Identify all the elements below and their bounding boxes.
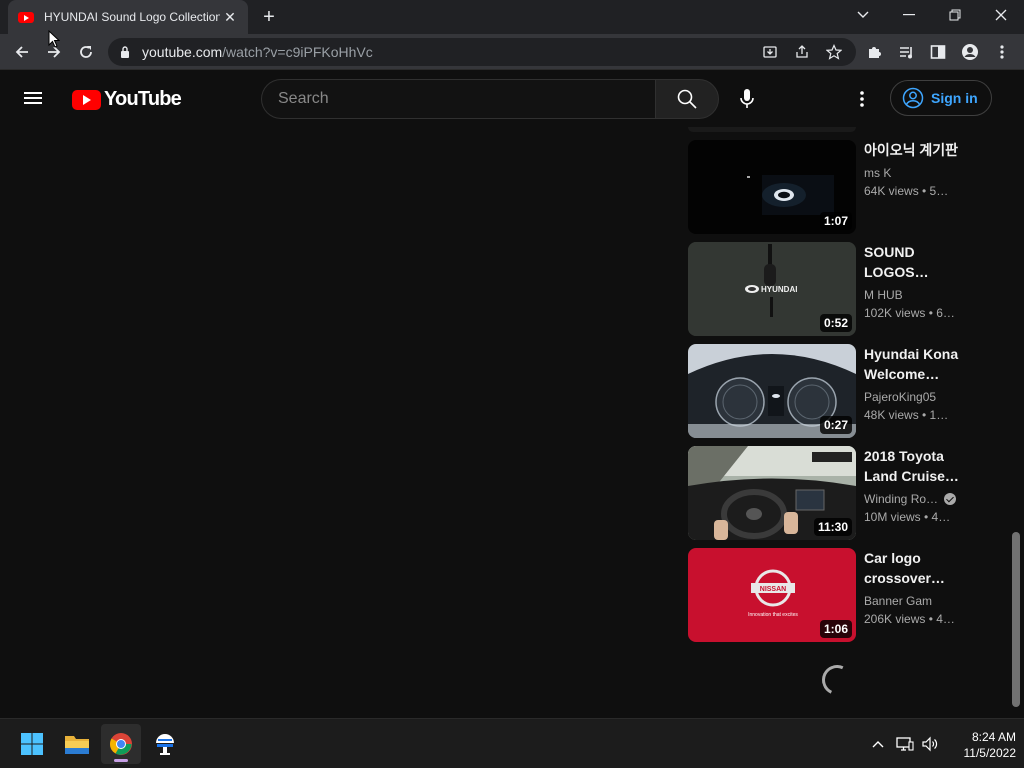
video-title[interactable]: 2018 Toyota Land Cruiser -… <box>864 446 964 486</box>
sign-in-button[interactable]: Sign in <box>890 80 992 116</box>
search-icon <box>677 89 697 109</box>
video-thumbnail[interactable]: NISSAN Innovation that excites 1:06 <box>688 548 856 642</box>
new-tab-icon[interactable]: + <box>258 6 280 28</box>
search-button[interactable] <box>655 79 719 119</box>
browser-menu-icon[interactable] <box>990 40 1014 64</box>
search-box[interactable] <box>261 79 657 119</box>
windows-taskbar: 8:24 AM 11/5/2022 <box>0 718 1024 768</box>
page-scrollbar[interactable] <box>1012 532 1020 707</box>
video-stats: 10M views • 4… <box>864 510 951 524</box>
video-thumbnail[interactable]: 11:30 <box>688 446 856 540</box>
video-duration: 0:52 <box>819 314 852 332</box>
related-video-item[interactable]: HYUNDAI 0:52 SOUND LOGOS Hyundai ver M H… <box>688 242 988 336</box>
install-app-icon[interactable] <box>760 42 780 62</box>
video-thumbnail[interactable]: 0:27 <box>688 344 856 438</box>
show-hidden-icons-chevron-icon[interactable] <box>868 734 888 754</box>
share-icon[interactable] <box>792 42 812 62</box>
video-channel[interactable]: M HUB <box>864 286 964 304</box>
side-panel-icon[interactable] <box>926 40 950 64</box>
restore-icon[interactable] <box>932 0 978 30</box>
sign-in-label: Sign in <box>931 90 978 106</box>
media-control-icon[interactable] <box>894 40 918 64</box>
start-windows-icon[interactable] <box>12 724 52 764</box>
clock-date: 11/5/2022 <box>963 746 1017 760</box>
nissan-wordmark: NISSAN <box>760 586 786 593</box>
video-title[interactable]: 아이오닉 계기판 <box>864 140 964 160</box>
network-icon[interactable] <box>895 734 915 754</box>
video-meta: SOUND LOGOS Hyundai ver M HUB 102K views… <box>864 242 964 322</box>
browser-toolbar: youtube.com/watch?v=c9iPFKoHhVc <box>0 34 1024 70</box>
extensions-puzzle-icon[interactable] <box>862 40 886 64</box>
video-thumbnail[interactable]: HYUNDAI 0:52 <box>688 242 856 336</box>
lock-icon[interactable] <box>120 46 130 58</box>
minimize-icon[interactable] <box>886 0 932 30</box>
back-arrow-icon[interactable] <box>8 38 36 66</box>
youtube-play-icon <box>72 89 101 110</box>
video-channel[interactable]: ms K <box>864 164 964 182</box>
chrome-taskbar-icon[interactable] <box>101 724 141 764</box>
browser-tab[interactable]: HYUNDAI Sound Logo Collection ( ✕ <box>8 0 248 34</box>
video-duration: 1:07 <box>819 212 852 230</box>
related-video-item[interactable]: NISSAN Innovation that excites 1:06 Car … <box>688 548 988 642</box>
nissan-tagline: Innovation that excites <box>748 612 798 618</box>
clock-time: 8:24 AM <box>971 730 1016 744</box>
related-video-item[interactable]: 1:07 아이오닉 계기판 ms K 64K views • 5… <box>688 140 988 234</box>
bookmark-star-icon[interactable] <box>824 42 844 62</box>
screen: HYUNDAI Sound Logo Collection ( ✕ + yout… <box>0 0 1024 768</box>
voice-search-mic-icon[interactable] <box>729 81 765 117</box>
video-title[interactable]: Hyundai Kona Welcome… <box>864 344 964 384</box>
hamburger-menu-icon[interactable] <box>24 89 48 109</box>
mouse-cursor-icon <box>48 30 60 48</box>
address-bar[interactable]: youtube.com/watch?v=c9iPFKoHhVc <box>108 38 856 66</box>
search-input[interactable] <box>278 90 657 108</box>
video-channel[interactable]: PajeroKing05 <box>864 388 964 406</box>
file-explorer-icon[interactable] <box>57 724 97 764</box>
youtube-wordmark: YouTube <box>104 88 182 110</box>
reload-icon[interactable] <box>72 38 100 66</box>
video-title[interactable]: SOUND LOGOS Hyundai ver <box>864 242 964 282</box>
youtube-logo[interactable]: YouTube <box>72 88 182 111</box>
tab-search-icon[interactable] <box>840 0 886 30</box>
tab-close-icon[interactable]: ✕ <box>222 9 238 25</box>
watch-page-content: 1:07 아이오닉 계기판 ms K 64K views • 5… HYUNDA… <box>0 127 1024 718</box>
app-taskbar-icon[interactable] <box>145 724 185 764</box>
settings-more-icon[interactable] <box>846 83 878 115</box>
video-title[interactable]: Car logo crossover… <box>864 548 964 588</box>
video-duration: 11:30 <box>813 518 852 536</box>
url-text: youtube.com/watch?v=c9iPFKoHhVc <box>142 44 373 60</box>
tab-title: HYUNDAI Sound Logo Collection ( <box>44 10 220 24</box>
video-meta: 2018 Toyota Land Cruiser -… Winding Ro… … <box>864 446 964 526</box>
video-meta: Hyundai Kona Welcome… PajeroKing05 48K v… <box>864 344 964 424</box>
video-thumbnail[interactable]: 1:07 <box>688 140 856 234</box>
verified-badge-icon <box>944 493 957 505</box>
video-stats: 48K views • 1… <box>864 408 949 422</box>
system-clock[interactable]: 8:24 AM 11/5/2022 <box>946 729 1017 761</box>
volume-icon[interactable] <box>920 734 940 754</box>
video-channel[interactable]: Banner Gam <box>864 592 964 610</box>
video-duration: 1:06 <box>819 620 852 638</box>
video-channel[interactable]: Winding Ro… <box>864 490 964 508</box>
video-meta: 아이오닉 계기판 ms K 64K views • 5… <box>864 140 964 200</box>
video-meta: Car logo crossover… Banner Gam 206K view… <box>864 548 964 628</box>
browser-tab-strip: HYUNDAI Sound Logo Collection ( ✕ + <box>0 0 1024 34</box>
profile-avatar-icon[interactable] <box>958 40 982 64</box>
hyundai-wordmark: HYUNDAI <box>761 285 797 294</box>
close-window-icon[interactable] <box>978 0 1024 30</box>
video-duration: 0:27 <box>819 416 852 434</box>
account-icon <box>902 87 924 109</box>
related-video-item[interactable]: 0:27 Hyundai Kona Welcome… PajeroKing05 … <box>688 344 988 438</box>
video-stats: 206K views • 4… <box>864 612 955 626</box>
video-stats: 102K views • 6… <box>864 306 955 320</box>
previous-video-thumbnail[interactable] <box>688 127 856 132</box>
related-video-item[interactable]: 11:30 2018 Toyota Land Cruiser -… Windin… <box>688 446 988 540</box>
youtube-favicon-icon <box>18 11 34 23</box>
active-app-indicator <box>114 759 128 762</box>
youtube-header: YouTube Sign in <box>0 71 1024 127</box>
video-stats: 64K views • 5… <box>864 184 949 198</box>
loading-spinner-icon <box>817 660 857 700</box>
